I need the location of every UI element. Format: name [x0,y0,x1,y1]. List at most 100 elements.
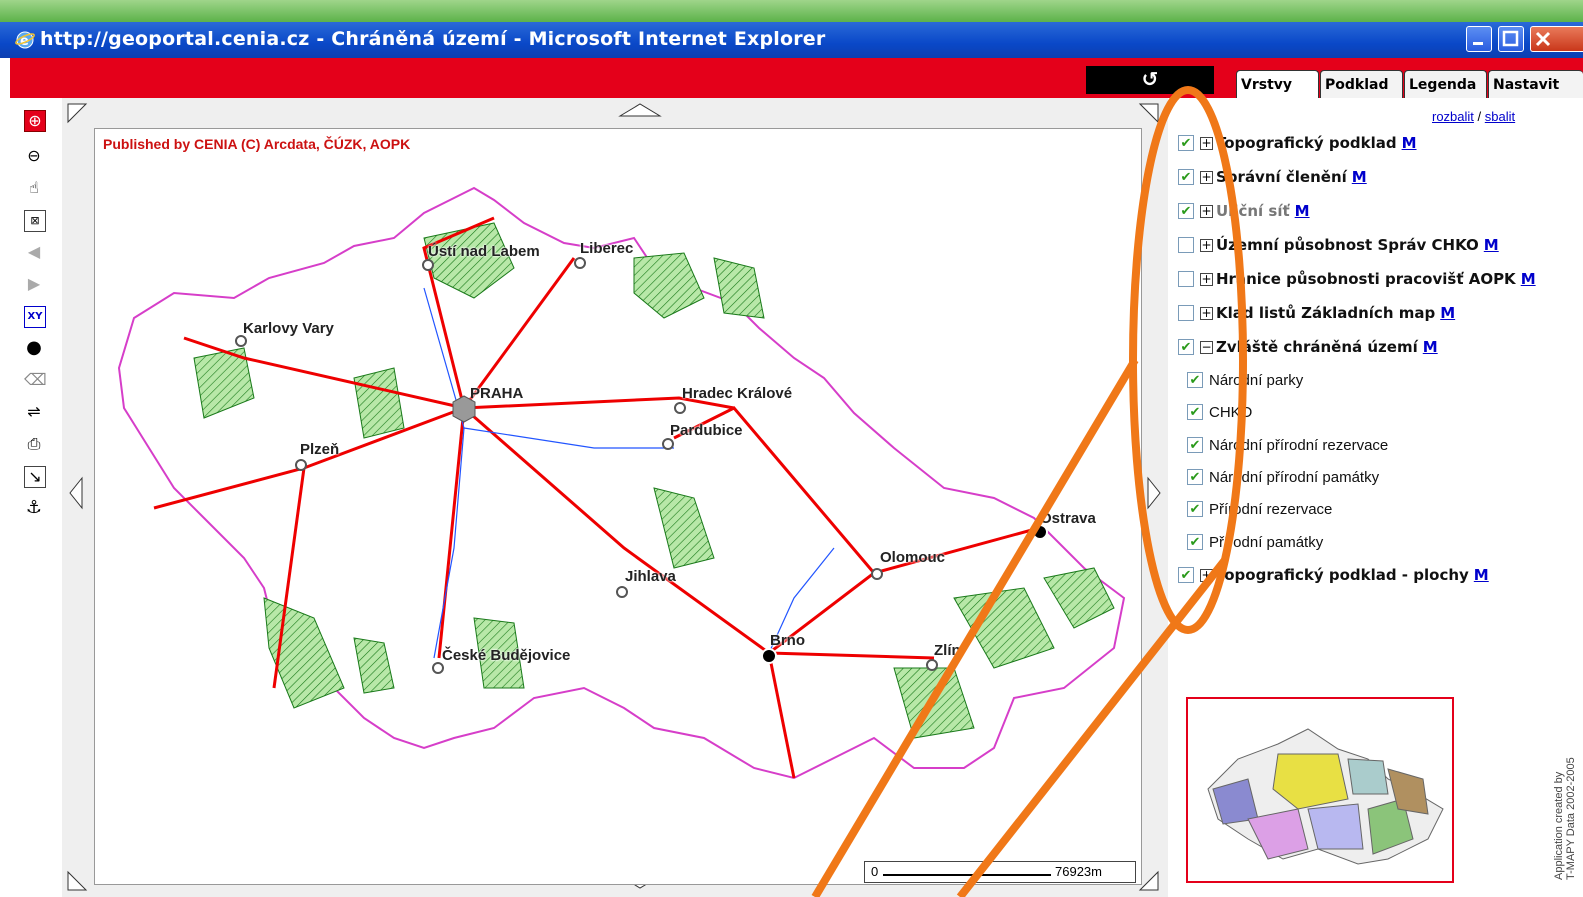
sublayer-checkbox[interactable]: ✔ [1187,372,1203,388]
layer-hranice-pusobnosti: + Hranice působnosti pracovišť AOPK M [1178,267,1536,291]
collapse-icon[interactable]: − [1200,340,1213,354]
city-label: Hradec Králové [682,385,793,402]
layer-zvlaste-chranena-uzemi: ✔ − Zvláště chráněná území M [1178,335,1438,359]
layer-checkbox[interactable] [1178,271,1194,287]
minimize-button[interactable] [1466,26,1492,52]
metadata-link[interactable]: M [1474,566,1489,584]
sublayer-checkbox[interactable]: ✔ [1187,534,1203,550]
sublayer-checkbox[interactable]: ✔ [1187,404,1203,420]
metadata-link[interactable]: M [1423,338,1438,356]
tab-podklad[interactable]: Podklad [1320,70,1403,98]
sublayer-chko: ✔ CHKO [1187,400,1252,424]
city-label: PRAHA [470,385,524,402]
scale-line [883,874,1051,876]
city-label: Karlovy Vary [243,320,334,337]
metadata-link[interactable]: M [1295,202,1310,220]
sublayer-narodni-prirodni-pamatky: ✔ Národní přírodní památky [1187,465,1379,489]
city-label: Plzeň [300,441,340,458]
expand-icon[interactable]: + [1200,306,1213,320]
layer-topograficky-podklad: ✔ + Topografický podklad M [1178,131,1417,155]
expand-all-link[interactable]: rozbalit [1432,109,1474,124]
layer-spravni-cleneni: ✔ + Správní členění M [1178,165,1367,189]
overview-map[interactable] [1186,697,1454,883]
sublayer-narodni-prirodni-rezervace: ✔ Národní přírodní rezervace [1187,433,1388,457]
pan-east-arrow[interactable] [1147,476,1161,510]
scale-zero: 0 [871,864,879,879]
sublayer-narodni-parky: ✔ Národní parky [1187,368,1303,392]
measure-icon[interactable]: ⇌ [24,402,44,422]
layer-checkbox[interactable]: ✔ [1178,169,1194,185]
info-icon[interactable]: ● [24,338,44,358]
pan-nw-arrow[interactable] [67,103,88,124]
ie-icon: e [15,31,35,49]
layer-checkbox[interactable] [1178,305,1194,321]
layer-checkbox[interactable]: ✔ [1178,339,1194,355]
expand-collapse-links: rozbalit / sbalit [1432,109,1516,124]
layer-checkbox[interactable] [1178,237,1194,253]
tab-legenda[interactable]: Legenda [1404,70,1487,98]
export-icon[interactable]: ↘ [24,466,46,488]
sublayer-prirodni-rezervace: ✔ Přírodní rezervace [1187,497,1332,521]
pan-ne-arrow[interactable] [1138,103,1159,124]
expand-icon[interactable]: + [1200,136,1213,150]
expand-icon[interactable]: + [1200,238,1213,252]
anchor-icon[interactable]: ⚓ [24,498,44,518]
tab-nastavit[interactable]: Nastavit [1488,70,1583,98]
pan-sw-arrow[interactable] [67,870,88,891]
maximize-button[interactable] [1498,26,1524,52]
pan-north-arrow[interactable] [618,103,662,117]
maximize-icon [1502,30,1519,47]
back-arrow-icon[interactable]: ◀ [24,242,44,262]
xy-coordinates-icon[interactable]: XY [24,306,46,328]
city-label: Ústí nad Labem [428,243,540,260]
metadata-link[interactable]: M [1402,134,1417,152]
minimize-icon [1473,42,1483,45]
sublayer-checkbox[interactable]: ✔ [1187,501,1203,517]
metadata-link[interactable]: M [1521,270,1536,288]
sublayer-checkbox[interactable]: ✔ [1187,469,1203,485]
pan-se-arrow[interactable] [1138,870,1159,891]
close-icon [1535,31,1551,47]
city-label: Brno [770,632,805,649]
refresh-icon: ↺ [1141,67,1159,91]
scale-bar: 0 76923m [864,861,1136,883]
scale-value: 76923m [1055,864,1102,879]
city-label: Zlín [934,642,961,659]
country-outline [117,186,1126,780]
expand-icon[interactable]: + [1200,170,1213,184]
refresh-button[interactable]: ↺ [1086,66,1214,94]
window-title: http://geoportal.cenia.cz - Chráněná úze… [40,28,826,50]
metadata-link[interactable]: M [1484,236,1499,254]
layer-checkbox[interactable]: ✔ [1178,203,1194,219]
layer-klad-listu: + Klad listů Základních map M [1178,301,1455,325]
full-extent-icon[interactable]: ⊠ [24,210,46,232]
forward-arrow-icon[interactable]: ▶ [24,274,44,294]
expand-icon[interactable]: + [1200,272,1213,286]
city-label: Pardubice [670,422,743,439]
window-titlebar: e http://geoportal.cenia.cz - Chráněná ú… [0,22,1583,58]
layer-ulicni-sit: ✔ + Uliční síť M [1178,199,1310,223]
tab-vrstvy[interactable]: Vrstvy [1236,70,1319,98]
city-label: Ostrava [1040,510,1096,527]
collapse-all-link[interactable]: sbalit [1485,109,1515,124]
pan-west-arrow[interactable] [69,476,83,510]
sublayer-checkbox[interactable]: ✔ [1187,437,1203,453]
pan-hand-icon[interactable]: ☝ [24,178,44,198]
city-label: Olomouc [880,549,946,566]
eraser-icon[interactable]: ⌫ [24,370,47,390]
expand-icon[interactable]: + [1200,204,1213,218]
expand-icon[interactable]: + [1200,568,1213,582]
desktop-strip [0,0,1583,22]
print-icon[interactable]: ⎙ [24,434,44,454]
layer-checkbox[interactable]: ✔ [1178,135,1194,151]
map-credit: Published by CENIA (C) Arcdata, ČÚZK, AO… [103,136,411,152]
zoom-in-icon[interactable]: ⊕ [24,110,46,132]
layer-uzemni-pusobnost: + Územní působnost Správ CHKO M [1178,233,1499,257]
metadata-link[interactable]: M [1440,304,1455,322]
close-button[interactable] [1530,26,1583,52]
layer-checkbox[interactable]: ✔ [1178,567,1194,583]
zoom-out-icon[interactable]: ⊖ [24,146,44,166]
city-label: České Budějovice [442,647,571,664]
metadata-link[interactable]: M [1352,168,1367,186]
city-label: Liberec [580,240,634,257]
